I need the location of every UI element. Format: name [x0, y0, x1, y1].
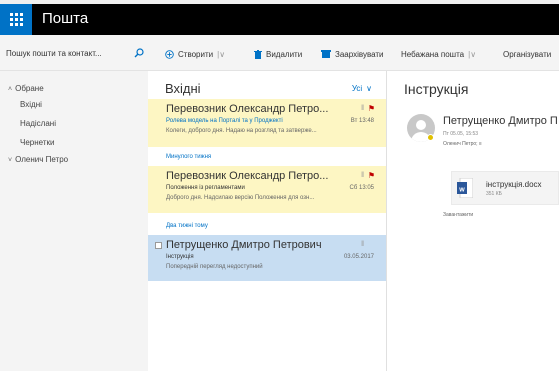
reading-recipients[interactable]: Оленич Петро; ≡ [443, 141, 482, 147]
filter-dropdown[interactable]: Усі ∨ [352, 84, 372, 93]
attachment-icon: ‖ [361, 241, 364, 248]
archive-icon [321, 50, 331, 58]
message-sender: Перевозник Олександр Петро... [166, 170, 329, 182]
reading-sender[interactable]: Петрущенко Дмитро П [443, 115, 558, 127]
list-title: Вхідні [165, 81, 201, 96]
app-bar: Пошта [0, 4, 559, 35]
reading-date: Пт 05.05, 15:53 [443, 131, 479, 137]
group-header: Два тижні тому [166, 223, 208, 229]
reading-pane: Інструкція Петрущенко Дмитро П Пт 05.05,… [387, 71, 559, 371]
download-link[interactable]: Завантажити [443, 212, 473, 218]
search-icon[interactable] [134, 48, 144, 58]
message-subject: Ролева модель на Порталі та у Проджекті [166, 118, 283, 124]
organize-button[interactable]: Організувати [503, 48, 551, 60]
word-document-icon: w [457, 177, 474, 199]
message-time: Сб 13:05 [349, 185, 374, 191]
message-preview: Попередній перегляд недоступний [166, 264, 263, 270]
new-dropdown-chevron-icon[interactable]: |∨ [217, 50, 225, 59]
search-input[interactable]: Пошук пошти та контакт... [6, 44, 144, 62]
junk-label: Небажана пошта [401, 49, 465, 59]
message-list: Вхідні Усі ∨ Перевозник Олександр Петро.… [148, 71, 387, 371]
command-bar: Пошук пошти та контакт... Створити |∨ Ви… [0, 35, 559, 71]
search-placeholder: Пошук пошти та контакт... [6, 48, 102, 58]
group-header: Минулого тижня [166, 154, 212, 160]
attachment-size: 351 КБ [486, 191, 502, 197]
new-label: Створити [178, 49, 214, 59]
list-item[interactable]: Перевозник Олександр Петро... ‖ ⚑ Ролева… [148, 99, 386, 147]
organize-label: Організувати [503, 49, 552, 59]
junk-dropdown-chevron-icon[interactable]: |∨ [468, 50, 476, 59]
message-subject: Положення із регламентами [166, 185, 245, 191]
favorites-label: Обране [15, 84, 44, 93]
app-launcher-button[interactable] [0, 4, 32, 35]
app-title: Пошта [42, 10, 89, 27]
folder-item-sent[interactable]: Надіслані [20, 119, 56, 128]
delete-button[interactable]: Видалити [254, 48, 302, 60]
attachment-name: інструкція.docx [486, 180, 542, 189]
folder-pane: ˄ Обране Вхідні Надіслані Чернетки ˅ Олени… [0, 71, 148, 371]
expand-caret-icon: ˅ [8, 157, 13, 164]
waffle-icon [9, 13, 23, 26]
flag-icon[interactable]: ⚑ [368, 171, 375, 180]
list-item-selected[interactable]: Петрущенко Дмитро Петрович ‖ Інструкція … [148, 235, 386, 281]
archive-label: Заархівувати [335, 49, 384, 59]
presence-icon [427, 134, 434, 141]
chevron-down-icon: ∨ [366, 84, 372, 93]
junk-button[interactable]: Небажана пошта |∨ [401, 48, 476, 60]
message-sender: Перевозник Олександр Петро... [166, 103, 329, 115]
attachment-card[interactable]: w інструкція.docx 351 КБ [451, 171, 559, 205]
select-checkbox[interactable] [155, 242, 162, 249]
flag-icon[interactable]: ⚑ [368, 104, 375, 113]
svg-text:w: w [458, 187, 465, 194]
folder-item-drafts[interactable]: Чернетки [20, 138, 54, 147]
folder-item-inbox[interactable]: Вхідні [20, 100, 42, 109]
delete-label: Видалити [266, 49, 303, 59]
new-button[interactable]: Створити |∨ [165, 48, 225, 60]
list-item[interactable]: Перевозник Олександр Петро... ‖ ⚑ Положе… [148, 166, 386, 213]
attachment-icon: ‖ [361, 105, 364, 112]
collapse-caret-icon: ˄ [8, 86, 13, 93]
account-label: Оленич Петро [15, 155, 69, 164]
message-time: Вт 13:48 [350, 118, 374, 124]
message-sender: Петрущенко Дмитро Петрович [166, 239, 322, 251]
reading-subject: Інструкція [404, 81, 469, 97]
message-preview: Доброго дня. Надсилаю версію Положення д… [166, 195, 315, 201]
trash-icon [254, 49, 262, 59]
favorites-header[interactable]: ˄ Обране [8, 84, 44, 93]
attachment-icon: ‖ [361, 172, 364, 179]
archive-button[interactable]: Заархівувати [321, 48, 384, 60]
message-subject: Інструкція [166, 254, 194, 260]
message-time: 03.05.2017 [343, 254, 374, 260]
message-preview: Колеги, доброго дня. Надаю на розгляд та… [166, 128, 317, 134]
filter-label: Усі [351, 84, 363, 93]
account-header[interactable]: ˅ Оленич Петро [8, 155, 68, 164]
plus-circle-icon [165, 49, 174, 59]
